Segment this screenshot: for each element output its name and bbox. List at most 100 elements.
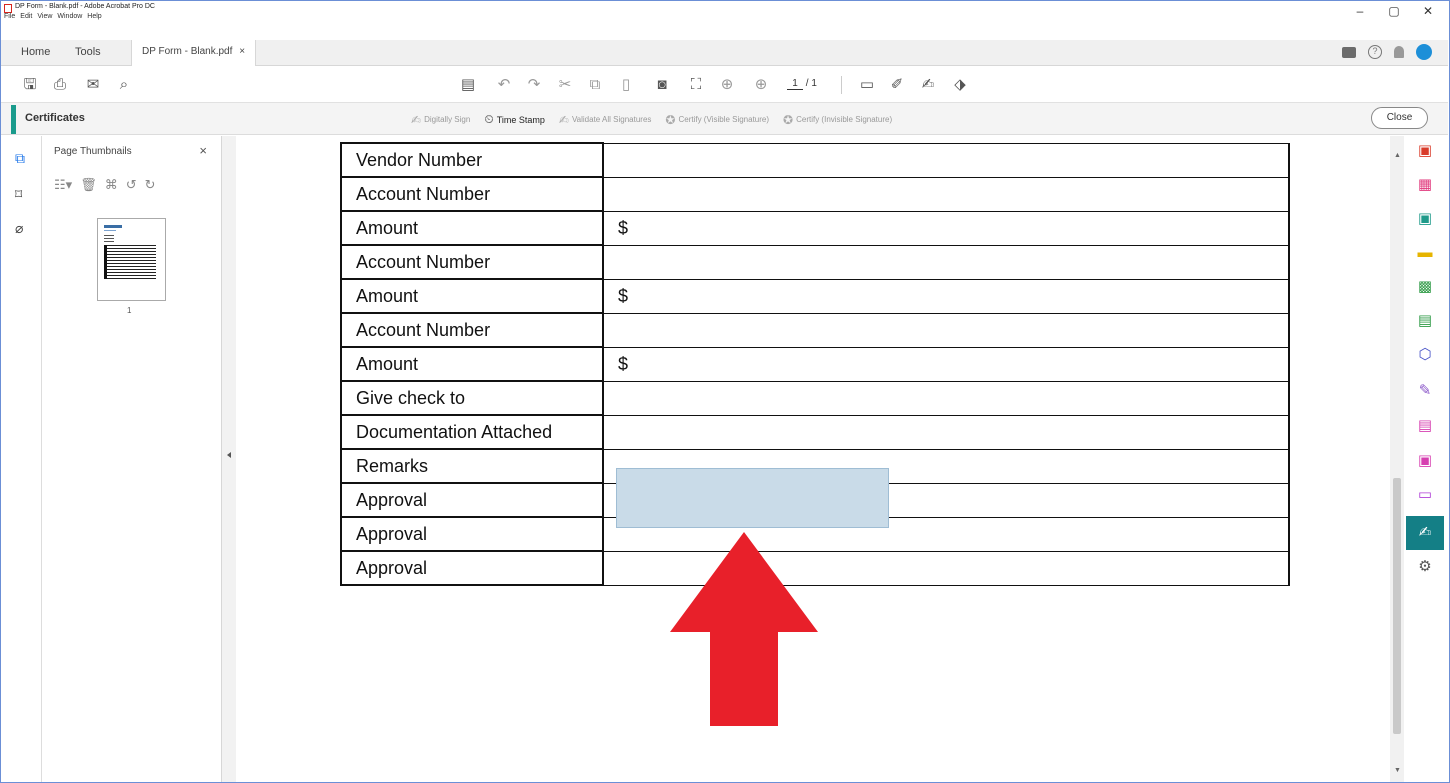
next-page-icon[interactable]: ⊕ [752, 76, 770, 94]
email-icon[interactable]: ✉ [84, 76, 102, 94]
zoom-search-icon[interactable]: ⌕ [115, 76, 133, 94]
export-excel-icon[interactable]: ▩ [1416, 278, 1434, 296]
tab-bar: Home Tools DP Form - Blank.pdf × ? [1, 40, 1448, 66]
menu-file[interactable]: File [4, 13, 15, 20]
attachment-icon[interactable]: ⌀ [15, 220, 23, 237]
certify-visible-button[interactable]: ✪ Certify (Visible Signature) [665, 112, 769, 127]
more-tools-icon[interactable]: ⚙ [1416, 558, 1434, 576]
digitally-sign-label: Digitally Sign [424, 115, 471, 124]
create-pdf-icon[interactable]: ▤ [459, 76, 477, 94]
form-row: Give check to [340, 380, 1290, 416]
form-row: Amount $ [340, 346, 1290, 382]
options-menu-icon[interactable]: ☷▾ [54, 177, 72, 193]
close-window-button[interactable]: ✕ [1422, 4, 1434, 18]
validate-signatures-button[interactable]: ✍ Validate All Signatures [559, 112, 652, 127]
window-controls: – ▢ ✕ [1354, 4, 1434, 18]
form-field-value[interactable]: $ [602, 346, 1290, 382]
copy-icon[interactable]: ⧉ [586, 76, 604, 94]
page-thumbnail[interactable] [97, 218, 166, 301]
page-thumbnails-icon[interactable]: ⧉ [15, 150, 25, 167]
form-row: Vendor Number [340, 142, 1290, 178]
paste-icon[interactable]: ▯ [617, 76, 635, 94]
form-field-value[interactable] [602, 244, 1290, 280]
snapshot-icon[interactable]: ◙ [653, 76, 671, 94]
previous-page-icon[interactable]: ⊕ [718, 76, 736, 94]
organize-pages-icon[interactable]: ▦ [1416, 176, 1434, 194]
tab-document-label: DP Form - Blank.pdf [142, 46, 233, 57]
document-viewer[interactable]: Vendor Number Account Number Amount $ Accoun… [236, 136, 1390, 782]
messages-icon[interactable] [1342, 46, 1356, 58]
fill-sign-icon[interactable]: ✎ [1416, 382, 1434, 400]
menu-window[interactable]: Window [57, 13, 82, 20]
print-production-icon[interactable]: ▤ [1416, 312, 1434, 330]
save-file-icon[interactable]: 🖫 [21, 76, 39, 94]
redo-icon[interactable]: ↷ [525, 76, 543, 94]
cut-icon[interactable]: ✂ [556, 76, 574, 94]
measure-icon[interactable]: ▭ [1416, 486, 1434, 504]
collapse-panel-icon[interactable] [227, 452, 231, 458]
certify-invisible-label: Certify (Invisible Signature) [796, 115, 893, 124]
digitally-sign-button[interactable]: ✍ Digitally Sign [411, 112, 470, 127]
scroll-down-icon[interactable]: ▼ [1394, 767, 1401, 774]
create-pdf-icon[interactable]: ▣ [1416, 210, 1434, 228]
protect-icon[interactable]: ⬡ [1416, 346, 1434, 364]
delete-page-icon[interactable]: 🗑 [80, 177, 97, 193]
comment-icon[interactable]: ▬ [1416, 244, 1434, 262]
form-field-value[interactable] [602, 380, 1290, 416]
vertical-scrollbar[interactable]: ▲ ▼ [1390, 136, 1404, 782]
right-tools-pane: ▣ ▦ ▣ ▬ ▩ ▤ ⬡ ✎ ▤ ▣ ▭ ✍ ⚙ [1404, 136, 1448, 782]
thumbnail-lines [104, 235, 159, 242]
undo-icon[interactable]: ↶ [495, 76, 513, 94]
sign-tool-icon[interactable]: ✍ [919, 76, 937, 94]
toolbar-divider [841, 76, 842, 94]
panel-splitter[interactable] [222, 136, 236, 782]
export-pdf-icon[interactable]: ▣ [1416, 142, 1434, 160]
tab-document[interactable]: DP Form - Blank.pdf × [131, 40, 257, 66]
help-icon[interactable]: ? [1368, 45, 1382, 59]
tab-home[interactable]: Home [21, 46, 50, 58]
extract-page-icon[interactable]: ⌘ [105, 177, 118, 193]
form-field-value[interactable] [602, 414, 1290, 450]
minimize-button[interactable]: – [1354, 4, 1366, 18]
menu-edit[interactable]: Edit [20, 13, 32, 20]
digital-sign-icon: ✍ [411, 112, 422, 127]
form-row: Documentation Attached [340, 414, 1290, 450]
comment-tool-icon[interactable]: ▭ [858, 76, 876, 94]
form-field-label: Give check to [340, 380, 604, 416]
scrollbar-thumb[interactable] [1393, 478, 1401, 734]
form-field-value[interactable] [602, 176, 1290, 212]
share-tool-icon[interactable]: ⬗ [951, 76, 969, 94]
form-field-value[interactable]: $ [602, 278, 1290, 314]
rotate-right-icon[interactable]: ↻ [145, 177, 156, 193]
notifications-icon[interactable] [1394, 46, 1404, 58]
menu-view[interactable]: View [37, 13, 52, 20]
close-button[interactable]: Close [1371, 107, 1428, 129]
form-field-label: Approval [340, 482, 604, 518]
panel-close-icon[interactable]: × [199, 143, 207, 158]
find-icon[interactable]: ⛶ [687, 76, 705, 94]
form-field-value[interactable] [602, 142, 1290, 178]
certificates-icon[interactable]: ✍ [1406, 516, 1444, 550]
restore-button[interactable]: ▢ [1388, 4, 1400, 18]
rotate-left-icon[interactable]: ↺ [126, 177, 137, 193]
page-number-input[interactable]: 1 [787, 78, 803, 90]
time-stamp-button[interactable]: ⏲ Time Stamp [484, 112, 545, 127]
bookmark-icon[interactable]: ⌑ [15, 186, 22, 203]
menu-help[interactable]: Help [87, 13, 101, 20]
certify-invisible-button[interactable]: ✪ Certify (Invisible Signature) [783, 112, 892, 127]
signature-field-selection[interactable] [616, 468, 889, 528]
tab-close-icon[interactable]: × [239, 46, 245, 57]
edit-pdf-icon[interactable]: ▤ [1416, 417, 1434, 435]
save-icon[interactable]: ▣ [1416, 452, 1434, 470]
print-icon[interactable]: ⎙ [51, 76, 69, 94]
form-field-value[interactable] [602, 312, 1290, 348]
avatar[interactable] [1416, 44, 1432, 60]
highlight-pen-icon[interactable]: ✐ [888, 76, 906, 94]
scroll-up-icon[interactable]: ▲ [1394, 152, 1401, 159]
form-field-label: Remarks [340, 448, 604, 484]
form-field-label: Account Number [340, 312, 604, 348]
page-total: / 1 [805, 78, 817, 89]
form-row: Amount $ [340, 278, 1290, 314]
form-field-value[interactable]: $ [602, 210, 1290, 246]
tab-tools[interactable]: Tools [75, 46, 101, 58]
